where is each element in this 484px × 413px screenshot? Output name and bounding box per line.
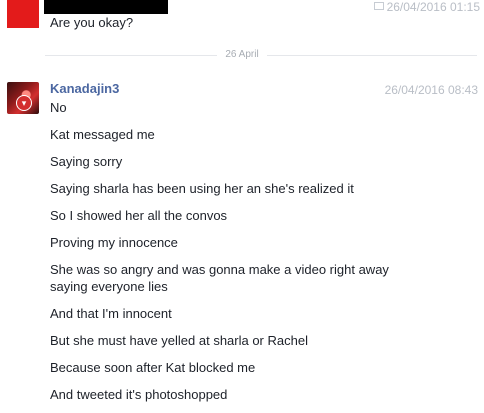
message-text: Kat messaged me [50, 127, 155, 142]
message-text: Proving my innocence [50, 235, 178, 250]
redacted-sender-name [44, 0, 168, 14]
message-text: But she must have yelled at sharla or Ra… [50, 333, 308, 348]
message-text: Saying sharla has been using her an she'… [50, 181, 354, 196]
message-text: Are you okay? [50, 15, 134, 30]
message-timestamp: 26/04/2016 01:15 [373, 0, 480, 14]
previous-message: 26/04/2016 01:15 Are you okay? [0, 0, 484, 40]
message-timestamp: 26/04/2016 08:43 [384, 83, 478, 97]
date-divider: 26 April [0, 49, 484, 60]
message-text: No [50, 100, 67, 115]
message-text: Saying sorry [50, 154, 123, 169]
avatar[interactable] [7, 0, 39, 28]
chevron-down-icon: ▾ [16, 95, 32, 111]
message-list: No Kat messaged me Saying sorry Saying s… [50, 99, 470, 413]
message-text: And tweeted it's photoshopped [50, 387, 228, 402]
message-text: So I showed her all the convos [50, 208, 228, 223]
avatar[interactable]: ▾ [7, 82, 39, 114]
seen-icon [373, 2, 384, 10]
message-text: She was so angry and was gonna make a vi… [50, 262, 389, 294]
message-text: Because soon after Kat blocked me [50, 360, 256, 375]
date-divider-label: 26 April [217, 49, 267, 60]
message-text: And that I'm innocent [50, 306, 172, 321]
sender-name[interactable]: Kanadajin3 [50, 81, 119, 96]
